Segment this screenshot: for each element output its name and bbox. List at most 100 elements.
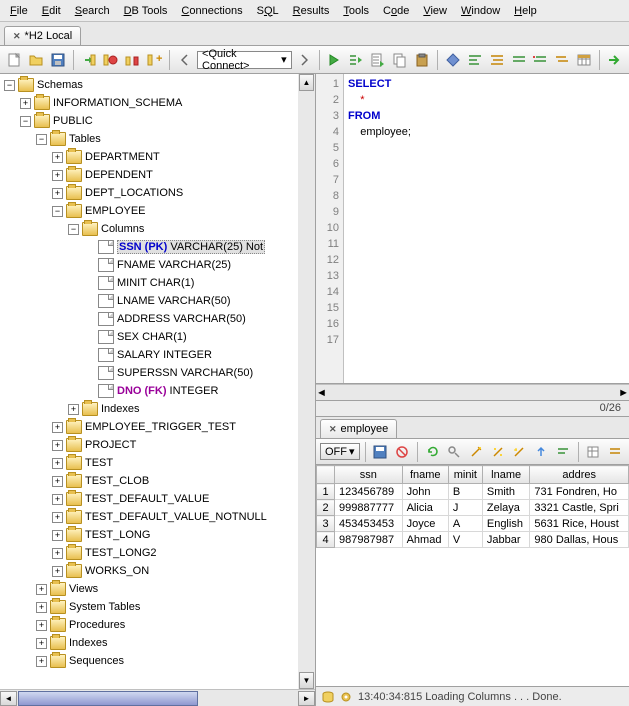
tree-row[interactable]: +PROJECT bbox=[2, 436, 313, 454]
expand-icon[interactable]: + bbox=[36, 602, 47, 613]
table-button[interactable] bbox=[574, 49, 594, 71]
diamond-button[interactable] bbox=[443, 49, 463, 71]
tree-row[interactable]: DNO (FK) INTEGER bbox=[2, 382, 313, 400]
align-result-button[interactable] bbox=[553, 441, 573, 463]
tree-row[interactable]: +TEST_DEFAULT_VALUE_NOTNULL bbox=[2, 508, 313, 526]
menu-sql[interactable]: SQL bbox=[251, 3, 285, 19]
cell[interactable]: 453453453 bbox=[335, 516, 403, 532]
tree-row[interactable]: +Views bbox=[2, 580, 313, 598]
history-forward-button[interactable] bbox=[294, 49, 314, 71]
tree-row[interactable]: LNAME VARCHAR(50) bbox=[2, 292, 313, 310]
expand-icon[interactable]: + bbox=[36, 584, 47, 595]
indent-button[interactable] bbox=[531, 49, 551, 71]
sql-code[interactable]: SELECT *FROM employee; bbox=[344, 74, 629, 383]
tree-row[interactable]: +WORKS_ON bbox=[2, 562, 313, 580]
scroll-left-icon[interactable]: ◄ bbox=[316, 387, 327, 399]
execute-script-button[interactable] bbox=[368, 49, 388, 71]
list-button[interactable] bbox=[605, 441, 625, 463]
scroll-right-icon[interactable]: ► bbox=[618, 387, 629, 399]
filter-button[interactable] bbox=[444, 441, 464, 463]
collapse-icon[interactable]: − bbox=[20, 116, 31, 127]
table-row[interactable]: 3453453453JoyceAEnglish5631 Rice, Houst bbox=[317, 516, 629, 532]
result-tab-employee[interactable]: ✕ employee bbox=[320, 419, 397, 438]
grid-button[interactable] bbox=[584, 441, 604, 463]
expand-icon[interactable]: + bbox=[36, 656, 47, 667]
refresh-button[interactable] bbox=[423, 441, 443, 463]
column-header[interactable]: ssn bbox=[335, 466, 403, 484]
code-line[interactable]: employee; bbox=[348, 124, 625, 140]
scroll-down-icon[interactable]: ▼ bbox=[299, 672, 314, 689]
commit-button[interactable] bbox=[122, 49, 142, 71]
off-toggle[interactable]: OFF▾ bbox=[320, 443, 360, 460]
tree-row[interactable]: FNAME VARCHAR(25) bbox=[2, 256, 313, 274]
tree-row[interactable]: SUPERSSN VARCHAR(50) bbox=[2, 364, 313, 382]
tree-hscrollbar[interactable]: ◄ ► bbox=[0, 689, 315, 706]
align-button[interactable] bbox=[465, 49, 485, 71]
cell[interactable]: A bbox=[448, 516, 482, 532]
code-line[interactable] bbox=[348, 284, 625, 300]
tree-row[interactable]: +TEST_LONG bbox=[2, 526, 313, 544]
compact-button[interactable] bbox=[509, 49, 529, 71]
scroll-thumb[interactable] bbox=[18, 691, 198, 706]
tree-vscrollbar[interactable]: ▲▼ bbox=[298, 74, 315, 689]
cell[interactable]: English bbox=[482, 516, 530, 532]
tree-row[interactable]: +Indexes bbox=[2, 400, 313, 418]
table-row[interactable]: 1123456789JohnBSmith731 Fondren, Ho bbox=[317, 484, 629, 500]
tree-row[interactable]: −EMPLOYEE bbox=[2, 202, 313, 220]
tree-row[interactable]: SSN (PK) VARCHAR(25) Not bbox=[2, 238, 313, 256]
scroll-up-icon[interactable]: ▲ bbox=[299, 74, 314, 91]
scroll-right-icon[interactable]: ► bbox=[298, 691, 315, 706]
cell[interactable]: 987987987 bbox=[335, 532, 403, 548]
scroll-track[interactable] bbox=[199, 691, 298, 706]
expand-icon[interactable]: + bbox=[36, 620, 47, 631]
menu-edit[interactable]: Edit bbox=[36, 3, 67, 19]
tree-row[interactable]: −PUBLIC bbox=[2, 112, 313, 130]
column-header[interactable]: addres bbox=[530, 466, 629, 484]
editor-hscrollbar[interactable]: ◄ ► bbox=[316, 384, 629, 401]
cell[interactable]: Jabbar bbox=[482, 532, 530, 548]
copy-button[interactable] bbox=[390, 49, 410, 71]
new-file-button[interactable] bbox=[4, 49, 24, 71]
expand-icon[interactable]: + bbox=[52, 170, 63, 181]
expand-icon[interactable]: + bbox=[68, 404, 79, 415]
expand-icon[interactable]: + bbox=[20, 98, 31, 109]
wand2-button[interactable] bbox=[488, 441, 508, 463]
expand-icon[interactable]: + bbox=[52, 494, 63, 505]
save-result-button[interactable] bbox=[370, 441, 390, 463]
code-line[interactable] bbox=[348, 252, 625, 268]
tree-row[interactable]: MINIT CHAR(1) bbox=[2, 274, 313, 292]
tree-row[interactable]: +Indexes bbox=[2, 634, 313, 652]
format-button[interactable] bbox=[487, 49, 507, 71]
cell[interactable]: John bbox=[402, 484, 448, 500]
column-header[interactable]: lname bbox=[482, 466, 530, 484]
cell[interactable]: Joyce bbox=[402, 516, 448, 532]
menu-file[interactable]: File bbox=[4, 3, 34, 19]
code-line[interactable] bbox=[348, 140, 625, 156]
collapse-icon[interactable]: − bbox=[36, 134, 47, 145]
expand-icon[interactable]: + bbox=[52, 458, 63, 469]
code-line[interactable] bbox=[348, 300, 625, 316]
cancel-result-button[interactable] bbox=[392, 441, 412, 463]
cell[interactable]: 980 Dallas, Hous bbox=[530, 532, 629, 548]
menu-view[interactable]: View bbox=[417, 3, 453, 19]
tree-row[interactable]: +TEST_LONG2 bbox=[2, 544, 313, 562]
wand-button[interactable] bbox=[466, 441, 486, 463]
collapse-icon[interactable]: − bbox=[68, 224, 79, 235]
cell[interactable]: 731 Fondren, Ho bbox=[530, 484, 629, 500]
code-line[interactable] bbox=[348, 236, 625, 252]
tree-row[interactable]: +Sequences bbox=[2, 652, 313, 670]
schema-tree[interactable]: −Schemas+INFORMATION_SCHEMA−PUBLIC−Table… bbox=[0, 74, 315, 689]
menu-code[interactable]: Code bbox=[377, 3, 415, 19]
quick-connect-dropdown[interactable]: <Quick Connect> ▾ bbox=[197, 51, 292, 69]
menu-tools[interactable]: Tools bbox=[337, 3, 375, 19]
indent2-button[interactable] bbox=[552, 49, 572, 71]
code-line[interactable]: FROM bbox=[348, 108, 625, 124]
up-button[interactable] bbox=[531, 441, 551, 463]
column-header[interactable]: minit bbox=[448, 466, 482, 484]
tree-row[interactable]: +EMPLOYEE_TRIGGER_TEST bbox=[2, 418, 313, 436]
expand-icon[interactable]: + bbox=[52, 512, 63, 523]
disconnect-button[interactable] bbox=[101, 49, 121, 71]
tree-row[interactable]: +TEST_DEFAULT_VALUE bbox=[2, 490, 313, 508]
cell[interactable]: J bbox=[448, 500, 482, 516]
connect-button[interactable] bbox=[79, 49, 99, 71]
